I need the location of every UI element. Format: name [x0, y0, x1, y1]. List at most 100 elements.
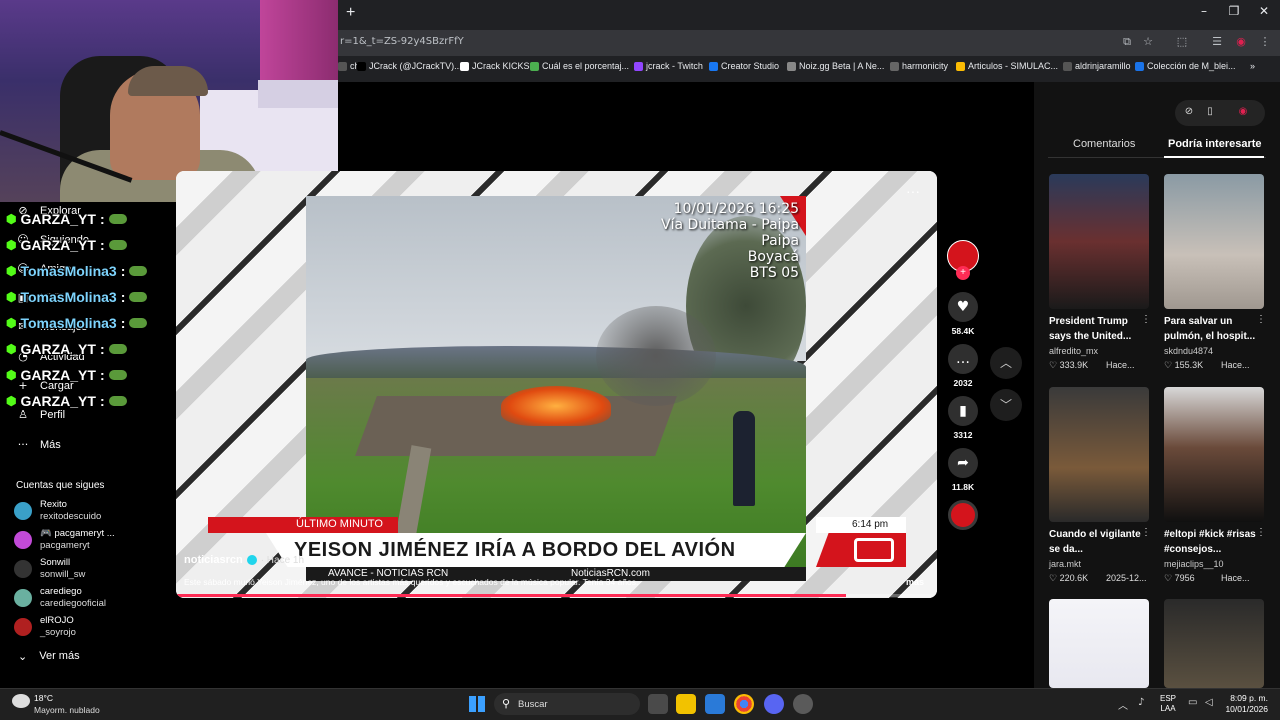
scene-fire	[501, 386, 611, 426]
recommended-likes: ♡ 155.3K	[1164, 360, 1204, 370]
share-button[interactable]: ➦ 11.8K	[946, 448, 980, 492]
account-text: Sonwill sonwill_sw	[40, 557, 85, 581]
recommended-title[interactable]: Para salvar un pulmón, el hospit...	[1164, 314, 1260, 344]
windows-start-icon[interactable]	[469, 696, 485, 712]
address-bar[interactable]	[338, 30, 1280, 56]
sidebar-item-8[interactable]: ··· Más	[16, 438, 61, 452]
recommended-author[interactable]: jara.mkt	[1049, 559, 1081, 569]
reading-list-icon[interactable]: ☰	[1210, 35, 1224, 49]
follow-plus-icon[interactable]: +	[956, 266, 970, 280]
author-name[interactable]: noticiasrcn	[184, 554, 243, 566]
caption-more-link[interactable]: más	[906, 577, 924, 587]
followed-account[interactable]: 🎮 pacgameryt ... pacgameryt	[14, 528, 115, 552]
tab-comments[interactable]: Comentarios	[1073, 138, 1135, 150]
frog-emote-icon	[108, 214, 127, 224]
url-text[interactable]: r=1&_t=ZS-92y4SBzrFfY	[340, 36, 464, 47]
bookmarks-overflow-icon[interactable]: »	[1250, 61, 1255, 71]
recommended-title[interactable]: Cuando el vigilante se da...	[1049, 527, 1145, 557]
sidebar-item-7[interactable]: ♙ Perfil	[16, 408, 65, 422]
device-icon[interactable]: ▯	[1203, 106, 1217, 120]
tray-chevron-icon[interactable]: ︿	[1118, 697, 1128, 712]
recommended-title[interactable]: President Trump says the United...	[1049, 314, 1145, 344]
weather-cloud-icon[interactable]	[12, 694, 30, 708]
profile-icon: ♙	[18, 408, 28, 421]
weather-temperature[interactable]: 18°C	[34, 693, 53, 703]
bookmark-star-icon[interactable]: ☆	[1141, 35, 1155, 49]
previous-video-button[interactable]: ︿	[990, 347, 1022, 379]
followed-account[interactable]: carediego carediegooficial	[14, 586, 106, 610]
microphone-icon[interactable]: ♪	[1138, 697, 1144, 708]
scene-officer	[733, 411, 755, 506]
card-menu-icon[interactable]: ⋮	[1141, 527, 1151, 538]
comment-button[interactable]: … 2032	[946, 344, 980, 388]
bookmark-favicon-icon	[634, 61, 643, 71]
taskbar-search[interactable]	[494, 693, 640, 715]
recommended-author[interactable]: mejiaclips__10	[1164, 559, 1224, 569]
cam-cap	[128, 66, 208, 96]
cam-monitor	[258, 80, 338, 108]
recommended-thumbnail[interactable]	[1164, 174, 1264, 309]
menu-kebab-icon[interactable]: ⋮	[1258, 35, 1272, 49]
see-more-button[interactable]: ⌄ Ver más	[18, 650, 80, 663]
bookmark-item[interactable]: aldrinjaramillo	[1063, 61, 1131, 71]
recommended-thumbnail[interactable]	[1049, 174, 1149, 309]
recommended-thumbnail[interactable]	[1164, 599, 1264, 688]
recommended-title[interactable]: #eltopi #kick #risas #consejos...	[1164, 527, 1260, 557]
card-menu-icon[interactable]: ⋮	[1141, 314, 1151, 325]
file-explorer-icon[interactable]	[676, 694, 696, 714]
sidebar-item-label: Más	[40, 439, 61, 451]
minimize-button[interactable]: –	[1194, 4, 1214, 22]
clock[interactable]: 8:09 p. m. 10/01/2026	[1224, 693, 1268, 715]
like-button[interactable]: ♥ 58.4K	[946, 292, 980, 336]
bookmark-item[interactable]: Colección de M_blei...	[1135, 61, 1236, 71]
mail-icon[interactable]	[705, 694, 725, 714]
close-button[interactable]: ✕	[1254, 4, 1274, 22]
recommended-thumbnail[interactable]	[1164, 387, 1264, 522]
tiktok-profile-icon[interactable]: ◉	[1236, 106, 1250, 120]
bookmark-item[interactable]: JCrack (@JCrackTV)...	[357, 61, 462, 71]
discord-icon[interactable]	[764, 694, 784, 714]
video-author[interactable]: noticiasrcn · Hace 1h	[184, 554, 304, 566]
followed-account[interactable]: elROJO _soyrojo	[14, 615, 76, 639]
cast-icon[interactable]: ⧉	[1120, 35, 1134, 49]
recommended-thumbnail[interactable]	[1049, 599, 1149, 688]
account-name: Sonwill	[40, 557, 71, 568]
bookmark-favicon-icon	[1063, 61, 1072, 71]
video-more-icon[interactable]: ···	[906, 183, 920, 199]
card-menu-icon[interactable]: ⋮	[1256, 314, 1266, 325]
video-player[interactable]: 10/01/2026 16:25 Vía Duitama - Paipa Pai…	[176, 171, 937, 598]
search-icon: ⚲	[502, 697, 511, 710]
recommended-author[interactable]: skdndu4874	[1164, 346, 1213, 356]
extensions-icon[interactable]: ⬚	[1175, 35, 1189, 49]
avatar	[14, 502, 32, 520]
bookmark-item[interactable]: harmonicity	[890, 61, 948, 71]
bookmark-item[interactable]: Noiz.gg Beta | A Ne...	[787, 61, 884, 71]
task-view-icon[interactable]	[648, 694, 668, 714]
bookmark-item[interactable]: Articulos - SIMULAC...	[956, 61, 1058, 71]
chrome-icon[interactable]	[734, 694, 754, 714]
followed-account[interactable]: Sonwill sonwill_sw	[14, 557, 85, 581]
volume-icon[interactable]: ◁	[1205, 697, 1213, 708]
recommended-thumbnail[interactable]	[1049, 387, 1149, 522]
followed-account[interactable]: Rexito rexitodescuido	[14, 499, 101, 523]
bookmark-item[interactable]: JCrack KICKS	[460, 61, 530, 71]
tab-recommended[interactable]: Podría interesarte	[1168, 138, 1262, 150]
avatar	[14, 618, 32, 636]
search-placeholder[interactable]: Buscar	[518, 699, 548, 710]
explore-icon[interactable]: ⊘	[1182, 106, 1196, 120]
new-tab-button[interactable]: +	[346, 4, 362, 22]
bookmark-item[interactable]: Creator Studio	[709, 61, 779, 71]
keyboard-language[interactable]: ESP LAA	[1160, 694, 1176, 714]
bookmark-item[interactable]: jcrack - Twitch	[634, 61, 703, 71]
music-disc-icon[interactable]	[948, 500, 978, 530]
card-menu-icon[interactable]: ⋮	[1256, 527, 1266, 538]
weather-description[interactable]: Mayorm. nublado	[34, 705, 100, 715]
profile-avatar-icon[interactable]: ◉	[1234, 35, 1248, 49]
obs-icon[interactable]	[793, 694, 813, 714]
restore-button[interactable]: ❐	[1224, 4, 1244, 22]
recommended-author[interactable]: alfredito_mx	[1049, 346, 1098, 356]
save-button[interactable]: ▮ 3312	[946, 396, 980, 440]
bookmark-item[interactable]: Cuál es el porcentaj...	[530, 61, 629, 71]
next-video-button[interactable]: ﹀	[990, 389, 1022, 421]
network-icon[interactable]: ▭	[1188, 697, 1197, 708]
